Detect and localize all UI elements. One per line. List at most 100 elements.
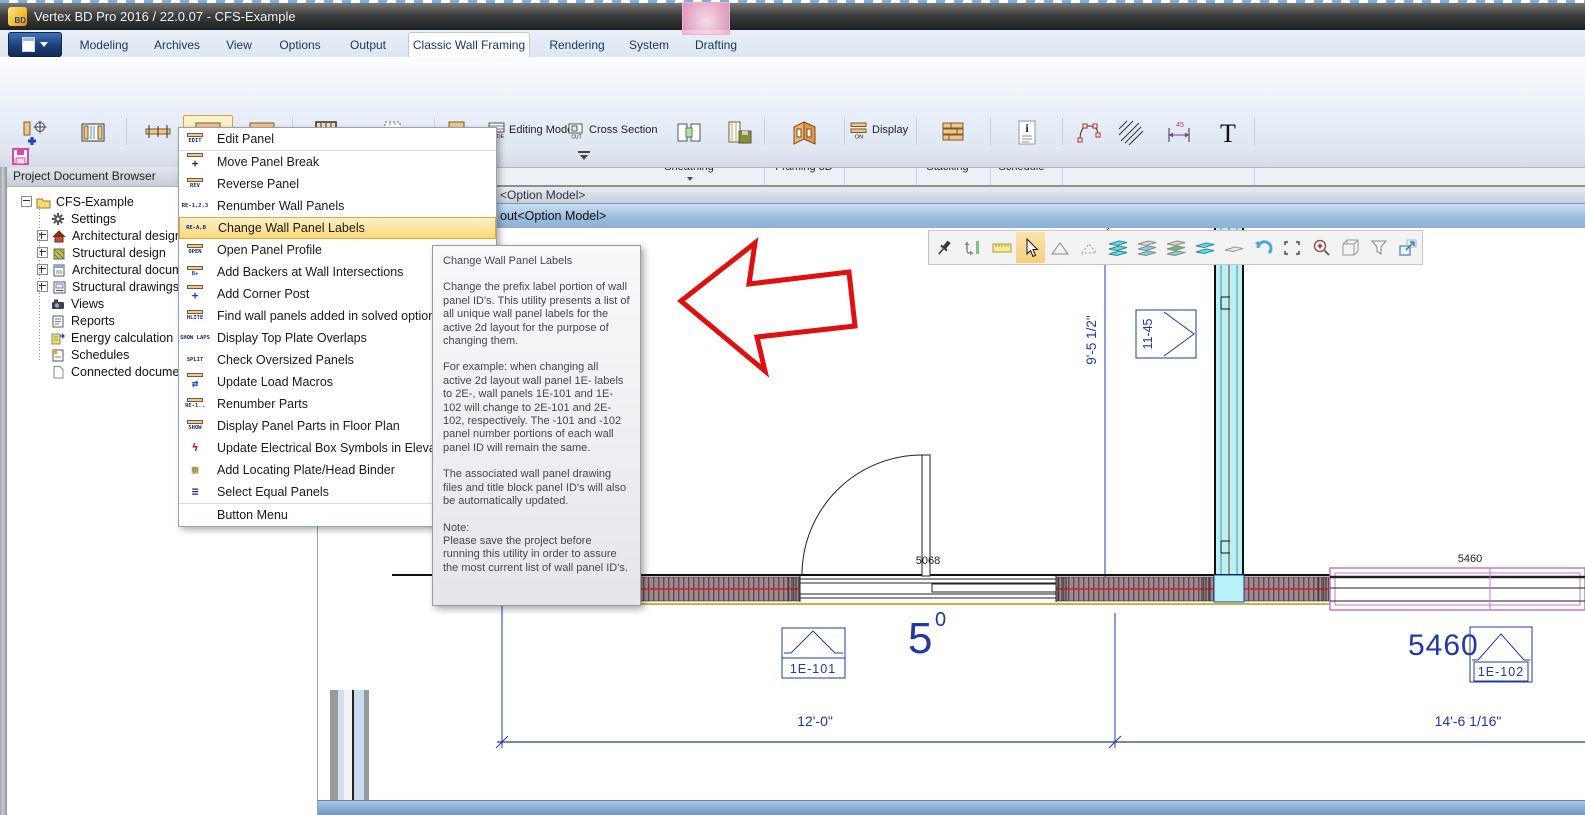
door-mark-sup-text: 0 bbox=[935, 609, 946, 631]
tab-archives[interactable]: Archives bbox=[148, 33, 206, 57]
file-menu-button[interactable] bbox=[8, 32, 62, 57]
vertical-wall[interactable] bbox=[1215, 228, 1243, 587]
window-size-small-text: 5460 bbox=[1458, 553, 1482, 565]
tree-item-label: Settings bbox=[71, 212, 116, 226]
ribbon-collapse-button[interactable] bbox=[578, 151, 590, 165]
toolbar-export-view-icon[interactable] bbox=[1393, 232, 1422, 263]
tree-item-label: Views bbox=[71, 297, 104, 311]
panel-label-2-text: 1E-102 bbox=[1478, 665, 1524, 679]
app-icon: BD bbox=[8, 7, 27, 26]
menu-item-change-wall-panel-labels[interactable]: RE-A,BChange Wall Panel Labels bbox=[179, 217, 496, 239]
tree-item-label: Reports bbox=[71, 314, 115, 328]
chevron-down-icon bbox=[580, 155, 588, 160]
window-size-big-text: 5460 bbox=[1408, 629, 1479, 662]
display-panel-parts-icon: SHOW bbox=[179, 420, 211, 431]
tree-item-label: Schedules bbox=[71, 348, 129, 362]
add-locating-plate-icon: ▦ bbox=[179, 464, 211, 477]
update-load-macros-icon: ⇄ bbox=[179, 373, 211, 391]
toolbar-cube-icon[interactable] bbox=[1335, 232, 1364, 263]
menu-item-edit-panel[interactable]: EDITEdit Panel bbox=[179, 128, 496, 151]
dim-12-0-text: 12'-0" bbox=[797, 713, 833, 729]
open-panel-profile-icon: OPEN bbox=[179, 244, 211, 255]
red-arrow-annotation bbox=[660, 230, 870, 385]
tree-item-label: Architectural design bbox=[72, 229, 182, 243]
tooltip-note-label: Note: bbox=[443, 522, 630, 535]
display-top-plate-overlaps-icon: SHOW LAPS bbox=[179, 335, 211, 341]
structure-icon bbox=[52, 246, 67, 260]
vertical-dimension[interactable] bbox=[1100, 228, 1110, 588]
tab-system[interactable]: System bbox=[626, 33, 672, 57]
svg-text:CUT: CUT bbox=[571, 134, 581, 139]
tab-rendering[interactable]: Rendering bbox=[546, 33, 608, 57]
tab-drafting[interactable]: Drafting bbox=[690, 33, 742, 57]
toolbar-layer-single-icon[interactable] bbox=[1219, 232, 1248, 263]
page-icon bbox=[51, 365, 66, 379]
toolbar-select-region-icon[interactable] bbox=[1277, 232, 1306, 263]
toolbar-cursor-icon[interactable] bbox=[1016, 232, 1045, 263]
toolbar-layers-mixed-icon[interactable] bbox=[1132, 232, 1161, 263]
pink-highlight-annotation bbox=[682, 2, 730, 35]
active-window-titlebar[interactable]: out<Option Model> bbox=[318, 203, 1585, 228]
dim-14-6-text: 14'-6 1/16" bbox=[1435, 713, 1502, 729]
drawing-icon bbox=[52, 280, 67, 294]
tab-options[interactable]: Options bbox=[274, 33, 326, 57]
display-label: Display bbox=[872, 124, 908, 136]
documents-icon bbox=[52, 263, 67, 277]
tab-view[interactable]: View bbox=[220, 33, 258, 57]
toolbar-filter-icon[interactable] bbox=[1364, 232, 1393, 263]
menu-item-move-panel-break[interactable]: +Move Panel Break bbox=[179, 151, 496, 173]
report-icon bbox=[51, 314, 66, 328]
window-title: Vertex BD Pro 2016 / 22.0.07 - CFS-Examp… bbox=[34, 9, 296, 24]
add-corner-post-icon: + bbox=[179, 285, 211, 303]
tooltip-paragraph: For example: when changing all active 2d… bbox=[443, 361, 630, 455]
tab-classic-wall-framing[interactable]: Classic Wall Framing bbox=[408, 32, 530, 58]
tree-item-label: Structural design bbox=[72, 246, 166, 260]
toolbar-layers-flat-icon[interactable] bbox=[1190, 232, 1219, 263]
tree-root-label: CFS-Example bbox=[56, 195, 134, 209]
menu-item-reverse-panel[interactable]: REVReverse Panel bbox=[179, 173, 496, 195]
house-icon bbox=[52, 229, 67, 243]
cross-section-button[interactable]: CUT Cross Section bbox=[568, 119, 657, 141]
window-element[interactable] bbox=[1330, 568, 1585, 610]
svg-text:45: 45 bbox=[1176, 122, 1184, 129]
editing-mode-button[interactable]: MODE Editing Mode bbox=[488, 119, 573, 141]
svg-text:ON: ON bbox=[855, 134, 863, 139]
toolbar-undo-icon[interactable] bbox=[1248, 232, 1277, 263]
door-size-text: 5068 bbox=[916, 555, 940, 567]
title-bar[interactable]: BD Vertex BD Pro 2016 / 22.0.07 - CFS-Ex… bbox=[0, 3, 1585, 30]
window-tag-text: 11-45 bbox=[1141, 318, 1155, 349]
inactive-window-titlebar[interactable]: <Option Model> bbox=[318, 185, 1585, 203]
collapse-box-icon[interactable] bbox=[21, 196, 32, 207]
tree-item-label: Energy calculation bbox=[71, 331, 173, 345]
toolbar-triangle-icon[interactable] bbox=[1045, 232, 1074, 263]
menu-item-renumber-wall-panels[interactable]: RE-1,2,3Renumber Wall Panels bbox=[179, 195, 496, 217]
schedule-icon bbox=[51, 348, 66, 362]
cross-section-icon: CUT bbox=[568, 122, 585, 139]
svg-text:T: T bbox=[1220, 119, 1236, 147]
canvas-toolbar bbox=[928, 230, 1423, 265]
edit-panel-menu-icon: EDIT bbox=[179, 133, 211, 144]
canvas-bottom-bar[interactable] bbox=[318, 800, 1585, 815]
toolbar-zoom-in-icon[interactable] bbox=[1306, 232, 1335, 263]
chevron-down-icon bbox=[40, 42, 48, 47]
bottom-dimensions[interactable] bbox=[496, 606, 1585, 748]
toolbar-triangle-dashed-icon[interactable] bbox=[1074, 232, 1103, 263]
cross-section-label: Cross Section bbox=[589, 124, 657, 136]
tooltip-note: Please save the project before running t… bbox=[443, 535, 630, 575]
display-button[interactable]: ON Display bbox=[850, 119, 908, 141]
tree-item-label: Structural drawings bbox=[72, 280, 179, 294]
tab-output[interactable]: Output bbox=[344, 33, 392, 57]
tab-modeling[interactable]: Modeling bbox=[73, 33, 135, 57]
select-equal-panels-icon: ≡ bbox=[179, 486, 211, 499]
toolbar-pin-icon[interactable] bbox=[929, 232, 958, 263]
toolbar-layers-green-icon[interactable] bbox=[1161, 232, 1190, 263]
toolbar-measure-rotate-icon[interactable] bbox=[958, 232, 987, 263]
panel-label-1-text: 1E-101 bbox=[790, 662, 836, 676]
toolbar-ruler-icon[interactable] bbox=[987, 232, 1016, 263]
tooltip-paragraph: Change the prefix label portion of wall … bbox=[443, 281, 630, 348]
find-wall-panels-icon: HLITE bbox=[179, 310, 211, 321]
renumber-parts-icon: RE-1.. bbox=[179, 398, 211, 409]
left-wall-section-stripes bbox=[325, 690, 369, 800]
application-window: BD Vertex BD Pro 2016 / 22.0.07 - CFS-Ex… bbox=[0, 0, 1585, 815]
toolbar-layers-cyan-icon[interactable] bbox=[1103, 232, 1132, 263]
